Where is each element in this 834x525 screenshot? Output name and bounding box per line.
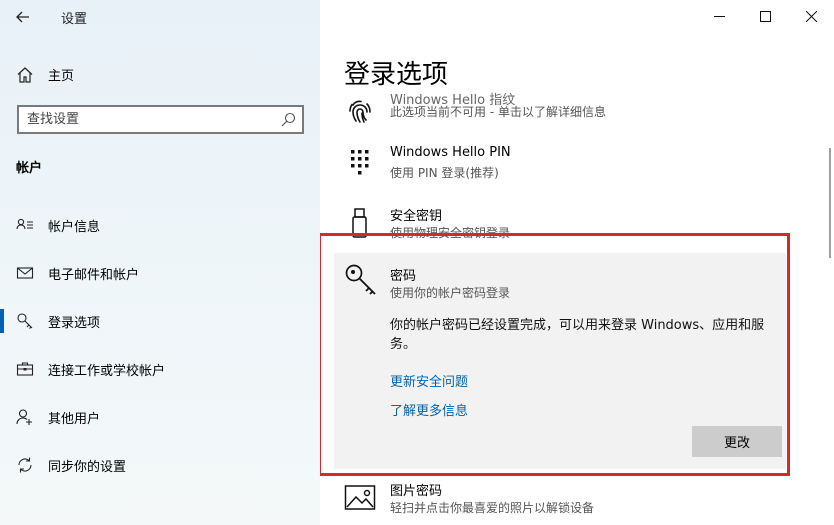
learn-more-link[interactable]: 了解更多信息 <box>390 400 468 419</box>
pin-keypad-icon <box>351 150 369 175</box>
sidebar-item-home[interactable]: 主页 <box>0 60 320 88</box>
sync-icon <box>18 457 32 473</box>
maximize-button[interactable] <box>742 0 788 32</box>
option-title: 安全密钥 <box>390 209 443 224</box>
search-box[interactable] <box>17 105 304 134</box>
page-title: 登录选项 <box>344 60 449 90</box>
active-indicator <box>0 309 4 333</box>
section-heading: 帐户 <box>16 161 43 176</box>
password-info: 你的帐户密码已经设置完成，可以用来登录 Windows、应用和服务。 <box>390 318 765 352</box>
back-button[interactable] <box>10 6 36 28</box>
maximize-icon <box>759 10 771 22</box>
search-input[interactable] <box>19 107 274 132</box>
update-security-questions-link[interactable]: 更新安全问题 <box>390 371 468 390</box>
picture-icon <box>344 485 376 510</box>
sidebar-item-email[interactable]: 电子邮件和帐户 <box>0 253 320 293</box>
account-info-icon <box>16 218 33 230</box>
option-title: 密码 <box>390 269 417 284</box>
option-desc: 使用物理安全密钥登录 <box>390 226 511 240</box>
option-desc: 轻扫并点击你最喜爱的照片以解锁设备 <box>390 501 595 515</box>
sidebar-item-label: 其他用户 <box>48 412 101 427</box>
option-desc: 此选项当前不可用 - 单击以了解详细信息 <box>390 105 606 119</box>
option-desc: 使用 PIN 登录(推荐) <box>390 166 499 180</box>
sidebar: 设置 主页 帐户 帐户信息 电子邮件和帐户 <box>0 0 320 525</box>
sidebar-item-sign-in-options[interactable]: 登录选项 <box>0 301 320 341</box>
option-title: 图片密码 <box>390 484 443 499</box>
key-icon <box>345 264 376 295</box>
sidebar-item-sync[interactable]: 同步你的设置 <box>0 445 320 485</box>
sidebar-item-label: 登录选项 <box>48 316 101 331</box>
sidebar-item-label: 帐户信息 <box>48 220 101 235</box>
search-icon <box>281 112 296 127</box>
scrollbar[interactable] <box>829 148 831 258</box>
person-add-icon <box>16 409 32 425</box>
home-icon <box>17 67 33 83</box>
app-title: 设置 <box>61 12 88 27</box>
password-panel[interactable]: 密码 使用你的帐户密码登录 你的帐户密码已经设置完成，可以用来登录 Window… <box>334 253 786 469</box>
usb-key-icon <box>352 208 367 238</box>
titlebar-left: 设置 <box>0 0 320 34</box>
mail-icon <box>16 267 34 279</box>
option-title: Windows Hello PIN <box>390 145 511 160</box>
sidebar-item-work-school[interactable]: 连接工作或学校帐户 <box>0 349 320 389</box>
sidebar-item-label: 同步你的设置 <box>48 460 127 475</box>
briefcase-icon <box>16 362 34 376</box>
sidebar-item-other-users[interactable]: 其他用户 <box>0 397 320 437</box>
sidebar-item-label: 连接工作或学校帐户 <box>48 364 166 379</box>
sidebar-item-account-info[interactable]: 帐户信息 <box>0 205 320 245</box>
main-content: 登录选项 Windows Hello 指纹 此选项当前不可用 - 单击以了解详细… <box>320 0 834 525</box>
key-icon <box>17 313 33 329</box>
back-arrow-icon <box>16 11 29 23</box>
sidebar-item-label: 主页 <box>48 69 75 84</box>
window-controls <box>696 0 834 34</box>
close-button[interactable] <box>788 0 834 32</box>
change-button[interactable]: 更改 <box>692 426 782 457</box>
fingerprint-icon <box>349 100 371 123</box>
minimize-button[interactable] <box>696 0 742 32</box>
option-desc: 使用你的帐户密码登录 <box>390 286 511 300</box>
minimize-icon <box>713 15 725 17</box>
sidebar-item-label: 电子邮件和帐户 <box>48 268 140 283</box>
close-icon <box>805 10 817 22</box>
